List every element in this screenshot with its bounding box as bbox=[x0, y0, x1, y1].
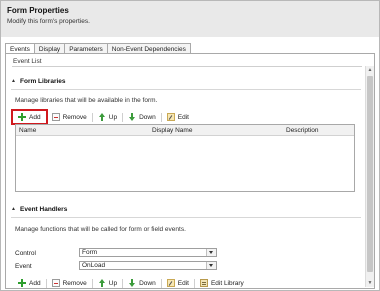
event-select[interactable]: OnLoad bbox=[79, 261, 217, 270]
move-up-library-button[interactable]: Up bbox=[95, 111, 120, 123]
vertical-scrollbar[interactable]: ▲ ▼ bbox=[365, 66, 374, 287]
form-libraries-header[interactable]: ▲ Form Libraries bbox=[11, 75, 361, 90]
event-select-value: OnLoad bbox=[82, 262, 106, 269]
scroll-down-icon[interactable]: ▼ bbox=[366, 279, 374, 287]
arrow-up-icon bbox=[98, 113, 106, 121]
form-libraries-title: Form Libraries bbox=[20, 78, 66, 85]
chevron-down-icon[interactable] bbox=[206, 249, 216, 256]
edit-handler-button[interactable]: Edit bbox=[164, 277, 192, 289]
control-select[interactable]: Form bbox=[79, 248, 217, 257]
add-label: Add bbox=[29, 279, 41, 287]
scroll-thumb[interactable] bbox=[367, 76, 373, 272]
move-up-handler-button[interactable]: Up bbox=[95, 277, 120, 289]
add-button-highlight bbox=[11, 109, 48, 125]
remove-handler-button[interactable]: Remove bbox=[49, 277, 90, 289]
edit-library-icon bbox=[199, 279, 208, 287]
form-libraries-grid[interactable]: Name Display Name Description bbox=[15, 124, 355, 192]
grid-header: Name Display Name Description bbox=[16, 125, 354, 136]
event-handlers-description: Manage functions that will be called for… bbox=[15, 226, 186, 233]
remove-label: Remove bbox=[62, 279, 87, 287]
column-header-display-name[interactable]: Display Name bbox=[152, 127, 192, 134]
toolbar-separator bbox=[160, 112, 162, 122]
event-handlers-header[interactable]: ▲ Event Handlers bbox=[11, 203, 361, 218]
add-icon bbox=[18, 279, 26, 287]
remove-icon bbox=[51, 113, 60, 121]
toolbar-separator bbox=[122, 278, 124, 288]
control-label: Control bbox=[15, 250, 36, 257]
edit-icon bbox=[166, 279, 175, 287]
column-header-description[interactable]: Description bbox=[286, 127, 319, 134]
event-label: Event bbox=[15, 263, 32, 270]
edit-label: Edit bbox=[177, 279, 189, 287]
form-libraries-description: Manage libraries that will be available … bbox=[15, 97, 158, 104]
edit-library-link-button[interactable]: Edit Library bbox=[197, 277, 247, 289]
toolbar-separator bbox=[160, 278, 162, 288]
remove-library-button[interactable]: Remove bbox=[49, 111, 90, 123]
collapse-triangle-icon[interactable]: ▲ bbox=[11, 78, 16, 84]
up-label: Up bbox=[108, 113, 118, 121]
event-list-label: Event List bbox=[13, 58, 42, 65]
dialog-subtitle: Modify this form's properties. bbox=[7, 18, 90, 25]
event-handlers-toolbar: Add Remove Up Down Edit Edit Library bbox=[15, 277, 247, 289]
add-handler-button[interactable]: Add bbox=[15, 277, 44, 289]
toolbar-separator bbox=[45, 278, 47, 288]
toolbar-separator bbox=[193, 278, 195, 288]
collapse-triangle-icon[interactable]: ▲ bbox=[11, 206, 16, 212]
arrow-down-icon bbox=[128, 279, 136, 287]
edit-library-label: Edit Library bbox=[210, 279, 244, 287]
event-handlers-title: Event Handlers bbox=[20, 206, 68, 213]
edit-icon bbox=[166, 113, 175, 121]
down-label: Down bbox=[139, 113, 156, 121]
column-header-name[interactable]: Name bbox=[19, 127, 36, 134]
scroll-up-icon[interactable]: ▲ bbox=[366, 66, 374, 74]
dialog-title: Form Properties bbox=[7, 6, 69, 15]
remove-label: Remove bbox=[62, 113, 87, 121]
move-down-library-button[interactable]: Down bbox=[125, 111, 159, 123]
control-select-value: Form bbox=[82, 249, 98, 256]
dialog-header: Form Properties Modify this form's prope… bbox=[1, 1, 379, 37]
toolbar-separator bbox=[122, 112, 124, 122]
chevron-down-icon[interactable] bbox=[206, 262, 216, 269]
toolbar-separator bbox=[91, 112, 93, 122]
toolbar-separator bbox=[91, 278, 93, 288]
edit-label: Edit bbox=[177, 113, 189, 121]
down-label: Down bbox=[139, 279, 156, 287]
remove-icon bbox=[51, 279, 60, 287]
arrow-up-icon bbox=[98, 279, 106, 287]
up-label: Up bbox=[108, 279, 118, 287]
arrow-down-icon bbox=[128, 113, 136, 121]
section-divider bbox=[12, 66, 362, 67]
edit-library-button[interactable]: Edit bbox=[164, 111, 192, 123]
move-down-handler-button[interactable]: Down bbox=[125, 277, 159, 289]
